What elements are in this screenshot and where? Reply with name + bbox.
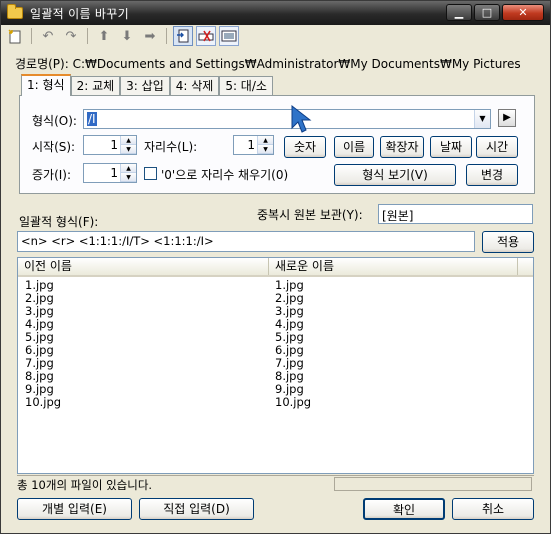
folder-icon [7, 4, 23, 19]
minimize-button[interactable]: ▁ [446, 4, 472, 21]
chevron-down-icon[interactable]: ▼ [474, 110, 490, 128]
increment-label: 증가(I): [32, 168, 72, 182]
start-spinner[interactable]: 1 ▲ ▼ [83, 135, 137, 155]
spin-down-icon[interactable]: ▼ [121, 145, 136, 154]
new-name-column: 1.jpg 2.jpg 3.jpg 4.jpg 5.jpg 6.jpg 7.jp… [275, 279, 311, 409]
batch-format-field[interactable]: <n> <r> <1:1:1:/I/T> <1:1:1:/I> [17, 231, 475, 252]
rename-dialog: 일괄적 이름 바꾸기 ▁ □ ✕ ↶ ↷ ⬆ ⬇ ➡ 경로명(P): C:₩Do… [0, 0, 551, 534]
tab-replace[interactable]: 2: 교체 [70, 76, 121, 96]
title-bar[interactable]: 일괄적 이름 바꾸기 ▁ □ ✕ [1, 1, 550, 25]
move-up-icon[interactable]: ⬆ [94, 26, 114, 46]
preview-mode-icon[interactable] [219, 26, 239, 46]
format-label: 형식(O): [32, 114, 77, 128]
format-value: /I [87, 112, 97, 126]
path-value: C:₩Documents and Settings₩Administrator₩… [72, 57, 521, 71]
spin-down-icon[interactable]: ▼ [258, 145, 273, 154]
digits-label: 자리수(L): [144, 140, 198, 154]
increment-value: 1 [110, 166, 118, 180]
start-label: 시작(S): [32, 140, 76, 154]
tab-insert[interactable]: 3: 삽입 [120, 76, 170, 96]
undo-icon[interactable]: ↶ [38, 26, 58, 46]
time-button[interactable]: 시간 [476, 136, 518, 158]
ok-button[interactable]: 확인 [363, 498, 445, 520]
status-text: 총 10개의 파일이 있습니다. [17, 478, 153, 492]
spin-up-icon[interactable]: ▲ [258, 136, 273, 145]
zero-fill-checkbox[interactable] [144, 167, 157, 180]
name-button[interactable]: 이름 [334, 136, 374, 158]
increment-spinner[interactable]: 1 ▲ ▼ [83, 163, 137, 183]
status-panel [334, 477, 532, 491]
mouse-cursor-icon [291, 104, 312, 133]
old-name-column: 1.jpg 2.jpg 3.jpg 4.jpg 5.jpg 6.jpg 7.jp… [25, 279, 61, 409]
list-item[interactable]: 10.jpg [25, 396, 61, 409]
cancel-button[interactable]: 취소 [452, 498, 534, 520]
column-filler [518, 258, 533, 275]
tab-case[interactable]: 5: 대/소 [219, 76, 273, 96]
change-button[interactable]: 변경 [466, 164, 518, 186]
extension-button[interactable]: 확장자 [380, 136, 424, 158]
file-list[interactable]: 이전 이름 새로운 이름 1.jpg 2.jpg 3.jpg 4.jpg 5.j… [17, 257, 534, 474]
digits-value: 1 [247, 138, 255, 152]
path-display: 경로명(P): C:₩Documents and Settings₩Admini… [15, 55, 521, 72]
batch-format-value: <n> <r> <1:1:1:/I/T> <1:1:1:/I> [21, 234, 214, 248]
status-bar: 총 10개의 파일이 있습니다. [17, 475, 534, 492]
date-button[interactable]: 날짜 [430, 136, 472, 158]
apply-button[interactable]: 적용 [482, 231, 534, 253]
digits-spinner[interactable]: 1 ▲ ▼ [233, 135, 274, 155]
play-icon[interactable]: ▶ [498, 109, 516, 127]
batch-format-label: 일괄적 형식(F): [19, 215, 99, 229]
spin-up-icon[interactable]: ▲ [121, 136, 136, 145]
format-combobox[interactable]: /I ▼ [83, 109, 491, 129]
number-button[interactable]: 숫자 [284, 136, 326, 158]
spin-up-icon[interactable]: ▲ [121, 164, 136, 173]
zero-fill-label: '0'으로 자리수 채우기(0) [161, 168, 289, 182]
redo-icon[interactable]: ↷ [61, 26, 81, 46]
format-panel: 형식(O): /I ▼ ▶ 시작(S): 1 ▲ ▼ 자리수(L): 1 ▲ ▼ 숫… [19, 95, 535, 194]
path-label: 경로명(P): [15, 57, 69, 71]
start-value: 1 [110, 138, 118, 152]
show-format-button[interactable]: 형식 보기(V) [334, 164, 456, 186]
individual-input-button[interactable]: 개별 입력(E) [17, 498, 132, 520]
duplicate-label: 중복시 원본 보관(Y): [257, 208, 363, 222]
toolbar: ↶ ↷ ⬆ ⬇ ➡ [5, 25, 242, 47]
duplicate-field[interactable]: [원본] [378, 204, 533, 224]
column-new-name[interactable]: 새로운 이름 [269, 258, 518, 275]
delete-mode-icon[interactable] [196, 26, 216, 46]
close-button[interactable]: ✕ [502, 4, 544, 21]
list-item[interactable]: 10.jpg [275, 396, 311, 409]
direct-input-button[interactable]: 직접 입력(D) [139, 498, 254, 520]
tab-strip: 1: 형식 2: 교체 3: 삽입 4: 삭제 5: 대/소 [21, 74, 273, 96]
new-document-icon[interactable] [5, 26, 25, 46]
tab-delete[interactable]: 4: 삭제 [169, 76, 220, 96]
duplicate-value: [원본] [382, 209, 414, 223]
spin-down-icon[interactable]: ▼ [121, 173, 136, 182]
window-title: 일괄적 이름 바꾸기 [30, 6, 129, 21]
move-right-icon[interactable]: ➡ [140, 26, 160, 46]
rename-mode-icon[interactable] [173, 26, 193, 46]
maximize-button[interactable]: □ [474, 4, 500, 21]
list-header: 이전 이름 새로운 이름 [18, 258, 533, 277]
column-old-name[interactable]: 이전 이름 [18, 258, 269, 275]
tab-format[interactable]: 1: 형식 [21, 74, 71, 96]
move-down-icon[interactable]: ⬇ [117, 26, 137, 46]
